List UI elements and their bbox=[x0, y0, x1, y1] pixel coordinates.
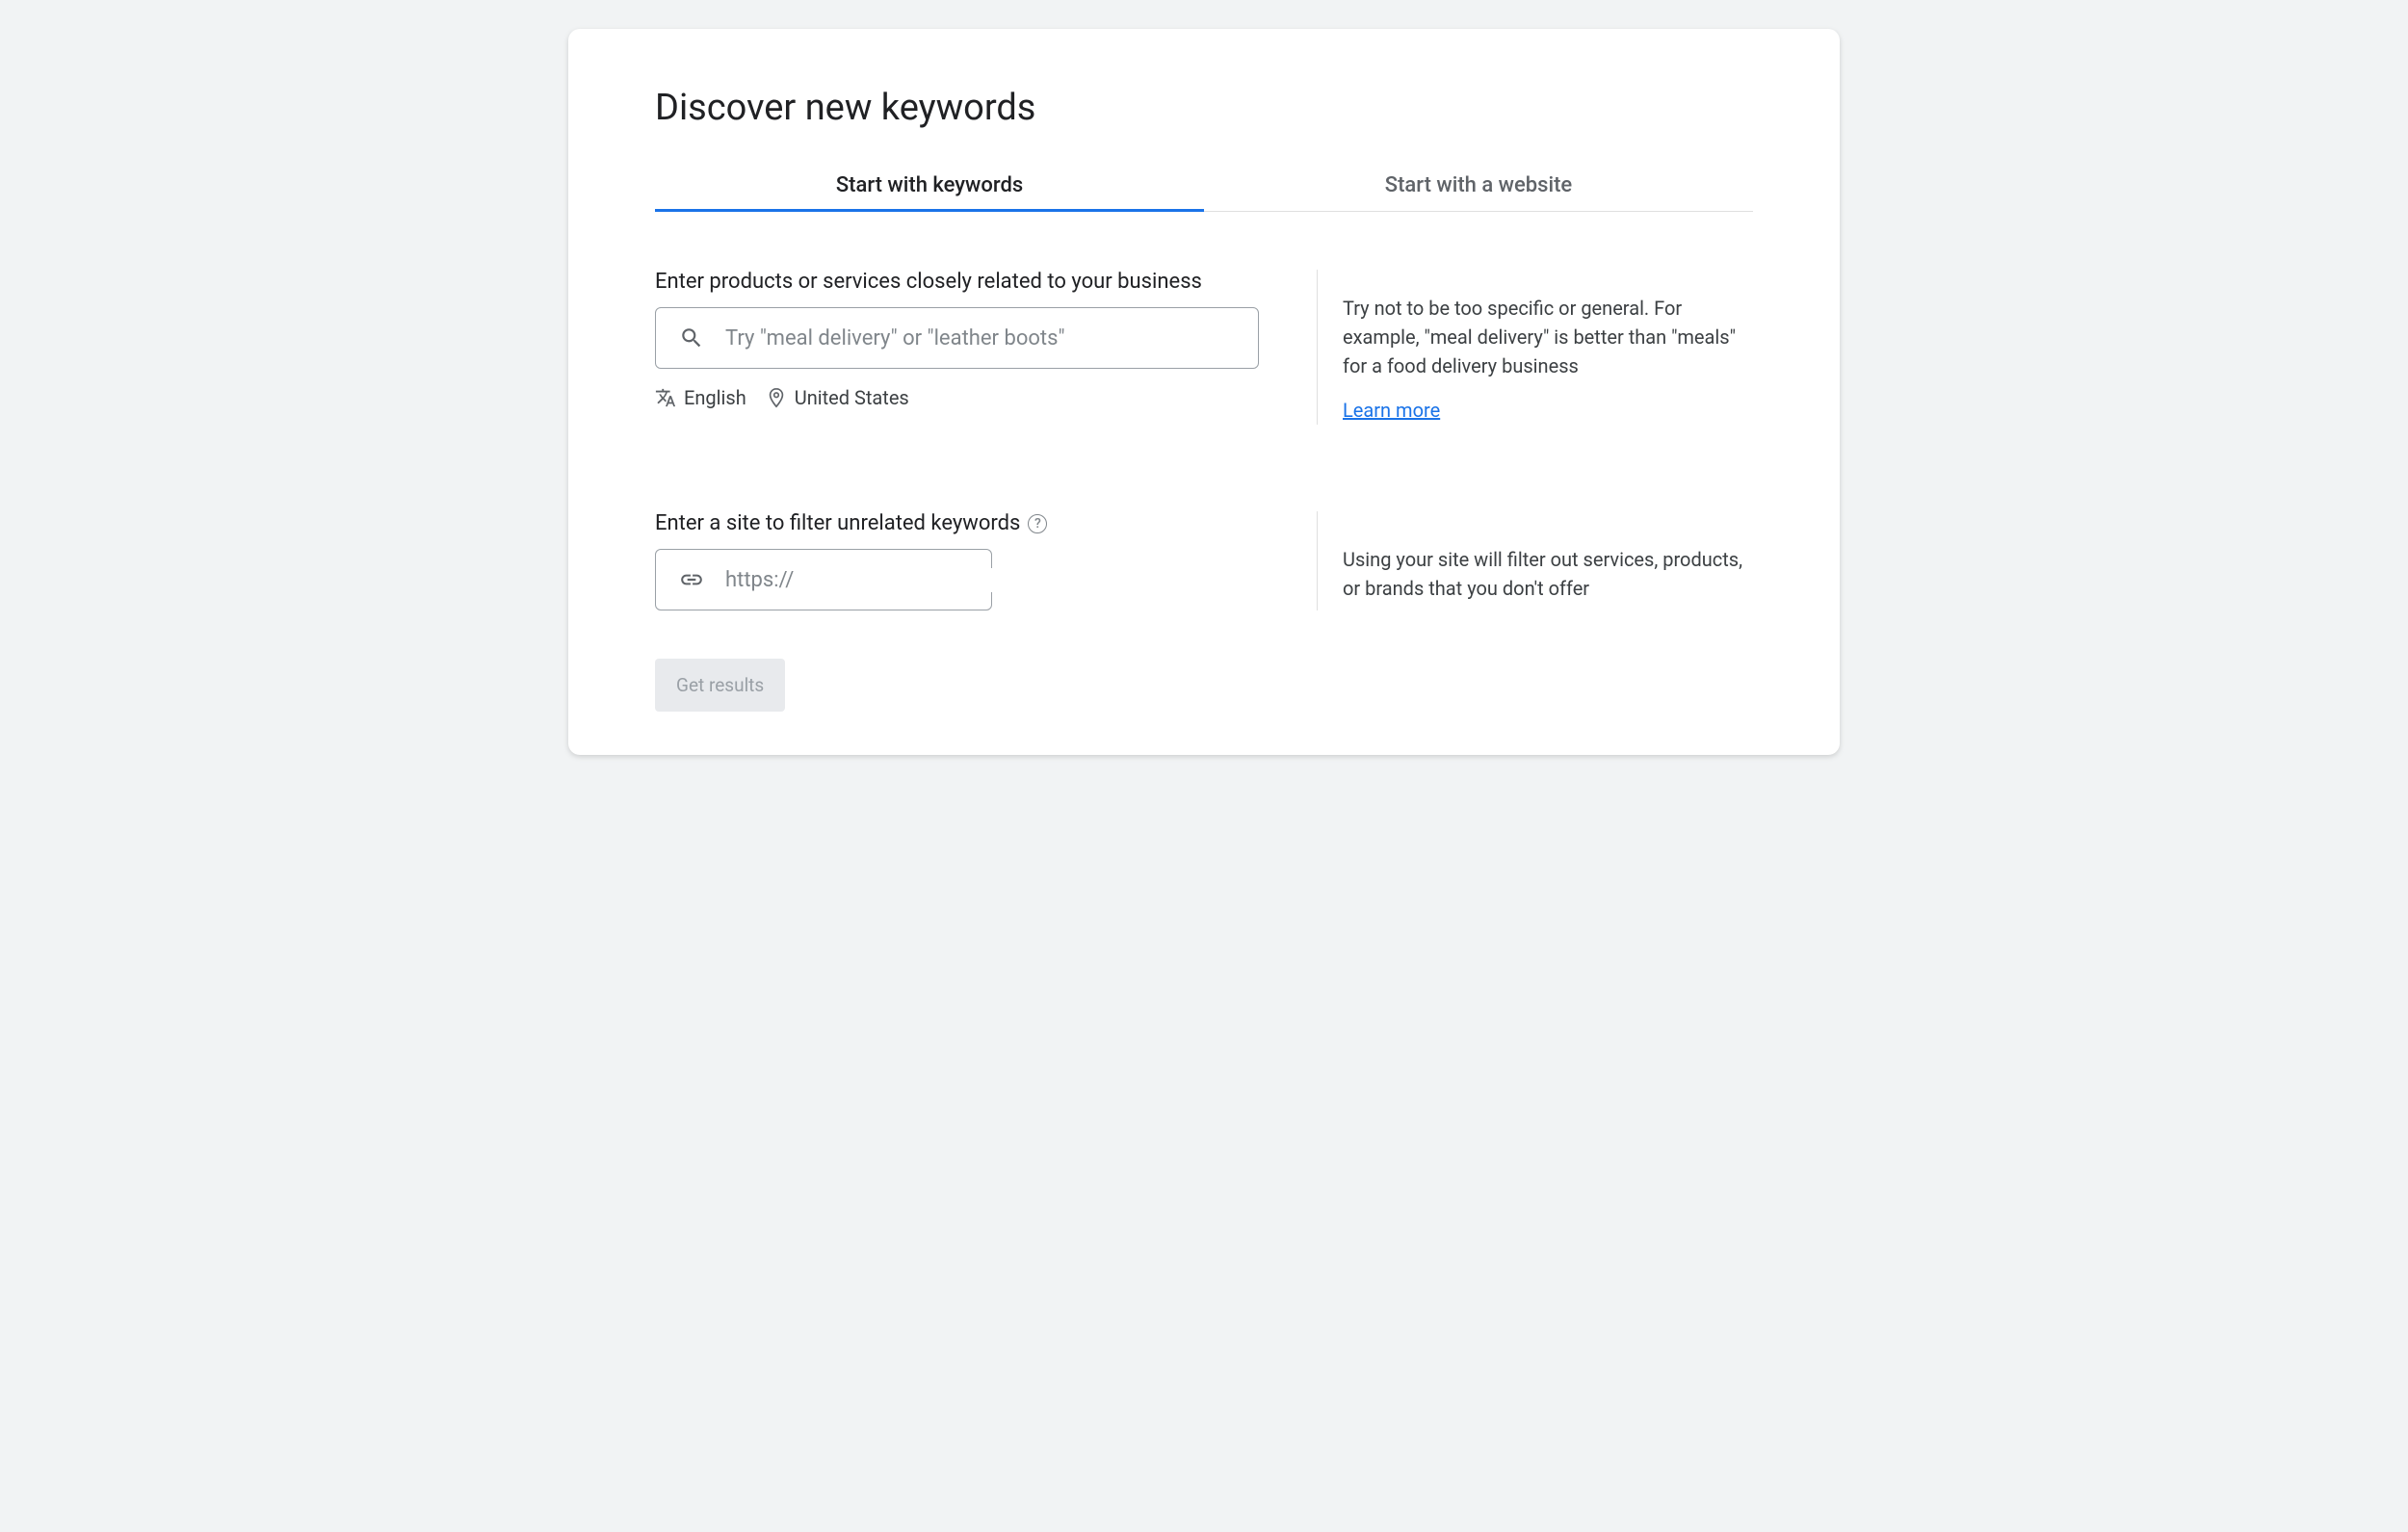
site-filter-input[interactable] bbox=[725, 568, 993, 592]
site-filter-input-wrapper[interactable] bbox=[655, 549, 992, 610]
site-filter-help-text: Using your site will filter out services… bbox=[1343, 545, 1753, 603]
translate-icon bbox=[655, 387, 676, 408]
keywords-help-panel: Try not to be too specific or general. F… bbox=[1317, 270, 1753, 425]
site-filter-label-text: Enter a site to filter unrelated keyword… bbox=[655, 511, 1020, 535]
site-filter-section: Enter a site to filter unrelated keyword… bbox=[655, 511, 1753, 610]
link-icon bbox=[679, 567, 704, 592]
settings-row: English United States bbox=[655, 386, 1259, 409]
keywords-section-left: Enter products or services closely relat… bbox=[655, 270, 1259, 425]
keywords-section: Enter products or services closely relat… bbox=[655, 270, 1753, 425]
page-title: Discover new keywords bbox=[655, 87, 1753, 129]
learn-more-link[interactable]: Learn more bbox=[1343, 396, 1440, 425]
site-filter-help-panel: Using your site will filter out services… bbox=[1317, 511, 1753, 610]
location-icon bbox=[766, 387, 787, 408]
site-filter-label: Enter a site to filter unrelated keyword… bbox=[655, 511, 1259, 535]
language-label: English bbox=[684, 386, 746, 409]
keywords-input-wrapper[interactable] bbox=[655, 307, 1259, 369]
tab-start-with-keywords[interactable]: Start with keywords bbox=[655, 160, 1204, 211]
search-icon bbox=[679, 325, 704, 351]
keywords-input-label: Enter products or services closely relat… bbox=[655, 270, 1259, 294]
location-setting[interactable]: United States bbox=[766, 386, 909, 409]
keyword-planner-card: Discover new keywords Start with keyword… bbox=[568, 29, 1840, 755]
help-icon[interactable]: ? bbox=[1028, 514, 1047, 533]
site-filter-left: Enter a site to filter unrelated keyword… bbox=[655, 511, 1259, 610]
get-results-button[interactable]: Get results bbox=[655, 659, 785, 712]
tab-start-with-website[interactable]: Start with a website bbox=[1204, 160, 1753, 211]
keywords-help-text: Try not to be too specific or general. F… bbox=[1343, 294, 1753, 380]
location-label: United States bbox=[795, 386, 909, 409]
keywords-input[interactable] bbox=[725, 326, 1235, 351]
language-setting[interactable]: English bbox=[655, 386, 746, 409]
tabs-container: Start with keywords Start with a website bbox=[655, 160, 1753, 212]
